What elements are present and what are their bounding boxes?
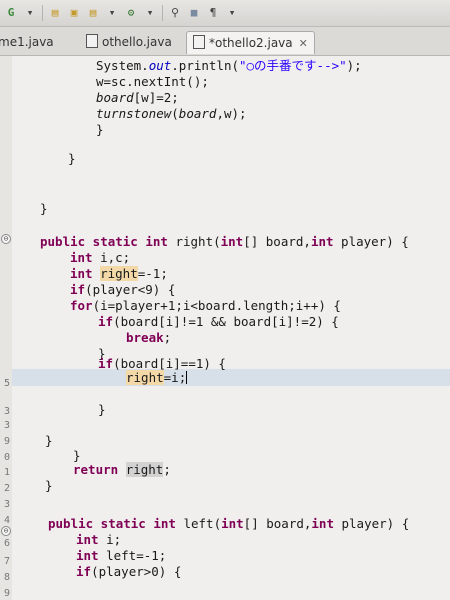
fold-collapse-icon[interactable]: ⊖ [1, 526, 11, 536]
code-line: for(i=player+1;i<board.length;i++) { [70, 298, 341, 313]
new-folder-icon[interactable]: ▤ [48, 6, 62, 20]
dropdown-icon[interactable]: ▾ [105, 6, 119, 20]
code-line: turnstonew(board,w); [96, 106, 247, 121]
code-line: if(board[i]!=1 && board[i]!=2) { [98, 314, 339, 329]
line-number: 6 [3, 538, 10, 549]
line-number: 3 [3, 499, 10, 510]
line-number: 9 [3, 588, 10, 599]
code-line: System.out.println("○の手番です-->"); [96, 58, 362, 73]
tab-othello2-java[interactable]: *othello2.java ✕ [186, 31, 315, 54]
code-line: int i,c; [70, 250, 131, 265]
line-number: 1 [3, 467, 10, 478]
editor-tab-bar: me1.java othello.java *othello2.java ✕ [0, 27, 450, 56]
open-folder-icon[interactable]: ▤ [86, 6, 100, 20]
code-line: return right; [73, 462, 171, 477]
fold-collapse-icon[interactable]: ⊖ [1, 234, 11, 244]
code-line: int i; [76, 532, 122, 547]
code-line: right=i; [126, 370, 188, 385]
tab-label: *othello2.java [209, 36, 293, 50]
code-line: break; [126, 330, 172, 345]
line-number-gutter: ⊖ 5 3 3 9 0 1 2 3 4 ⊖ 6 7 8 9 [0, 56, 12, 600]
line-number: 3 [3, 406, 10, 417]
dropdown-icon[interactable]: ▾ [23, 6, 37, 20]
line-number: 9 [3, 436, 10, 447]
code-line: board[w]=2; [96, 90, 179, 105]
line-number: 7 [3, 556, 10, 567]
tab-label: othello.java [102, 35, 172, 49]
code-line: } [96, 122, 104, 137]
package-icon[interactable]: ▣ [67, 6, 81, 20]
tab-othello-java[interactable]: othello.java [80, 31, 178, 53]
text-caret [186, 371, 188, 384]
paragraph-icon[interactable]: ¶ [206, 6, 220, 20]
code-line: if(player<9) { [70, 282, 176, 297]
code-line: int left=-1; [76, 548, 167, 563]
code-line: if(player>0) { [76, 564, 182, 579]
code-line: } [45, 478, 53, 493]
code-line: public static int right(int[] board,int … [40, 234, 409, 249]
search-icon[interactable]: ⚲ [168, 6, 182, 20]
line-number: 3 [3, 420, 10, 431]
pin-icon[interactable]: ⚙ [124, 6, 138, 20]
tab-label: me1.java [0, 35, 54, 49]
line-number: 0 [3, 452, 10, 463]
toolbar-separator [162, 5, 163, 21]
line-number: 8 [3, 572, 10, 583]
code-line: } [40, 201, 48, 216]
line-number: 2 [3, 483, 10, 494]
code-line: public static int left(int[] board,int p… [48, 516, 410, 531]
toolbar: G ▾ ▤ ▣ ▤ ▾ ⚙ ▾ ⚲ ■ ¶ ▾ [0, 0, 450, 27]
code-line: int right=-1; [70, 266, 168, 281]
java-file-icon [86, 34, 98, 48]
java-file-icon [193, 35, 205, 49]
code-line: } [45, 433, 53, 448]
stop-icon[interactable]: ■ [187, 6, 201, 20]
code-line: } [98, 402, 106, 417]
run-icon[interactable]: G [4, 6, 18, 20]
close-tab-icon[interactable]: ✕ [299, 37, 308, 50]
current-line-highlight [12, 369, 450, 386]
toolbar-separator [42, 5, 43, 21]
code-line: w=sc.nextInt(); [96, 74, 209, 89]
dropdown-icon[interactable]: ▾ [143, 6, 157, 20]
tab-me1-java[interactable]: me1.java [0, 31, 60, 53]
dropdown-icon[interactable]: ▾ [225, 6, 239, 20]
code-editor[interactable]: ⊖ 5 3 3 9 0 1 2 3 4 ⊖ 6 7 8 9 System.out… [0, 56, 450, 600]
line-number: 5 [3, 378, 10, 389]
code-line: } [68, 151, 76, 166]
